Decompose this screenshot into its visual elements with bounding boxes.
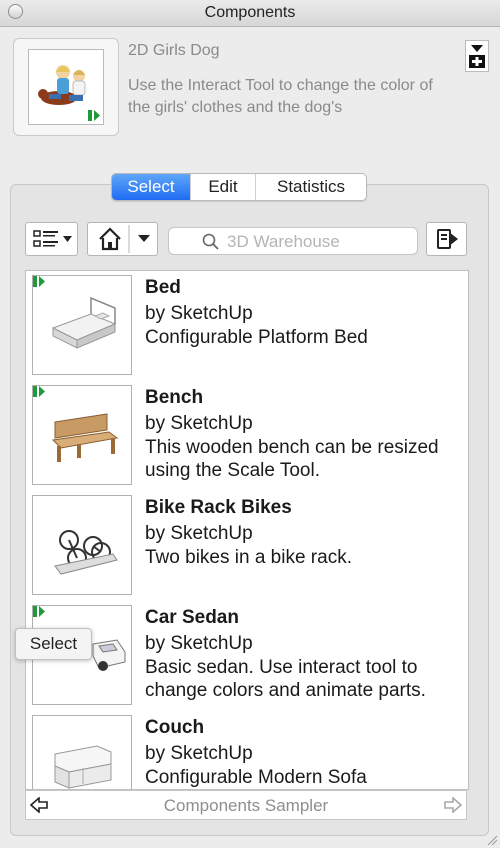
item-description: Configurable Platform Bed [145,327,368,348]
item-name: Couch [145,717,205,738]
list-view-icon [33,230,72,247]
list-item-car-sedan[interactable]: Car Sedan by SketchUp Basic sedan. Use i… [26,601,468,711]
item-thumbnail [32,495,132,595]
item-name: Bike Rack Bikes [145,497,292,518]
chevron-down-icon [138,235,150,242]
component-name: 2D Girls Dog [128,42,220,59]
component-list[interactable]: Bed by SketchUp Configurable Platform Be… [25,270,469,790]
window-title: Components [204,4,296,21]
component-description: Use the Interact Tool to change the colo… [128,77,433,116]
item-name: Bed [145,277,181,298]
navigation-button[interactable] [87,222,158,256]
item-description: This wooden bench can be resized using t… [145,437,439,481]
warehouse-search-field[interactable] [168,227,418,255]
resize-grip-icon[interactable] [486,834,498,846]
dynamic-component-icon [88,110,100,121]
search-icon [202,233,219,250]
item-description: Configurable Modern Sofa [145,767,367,788]
list-item-couch[interactable]: Couch by SketchUp Configurable Modern So… [26,711,468,789]
dynamic-component-icon [33,606,45,617]
dynamic-component-icon [33,276,45,287]
collection-name[interactable]: Components Sampler [26,796,466,816]
item-description: Basic sedan. Use interact tool to change… [145,657,426,701]
item-author: by SketchUp [145,303,253,324]
dynamic-component-icon [33,386,45,397]
expand-details-button[interactable] [465,40,489,72]
component-preview-image [28,49,104,125]
collection-footer: Components Sampler [25,790,467,820]
list-item-bed[interactable]: Bed by SketchUp Configurable Platform Be… [26,271,468,381]
list-item-bench[interactable]: Bench by SketchUp This wooden bench can … [26,381,468,491]
details-button[interactable] [426,222,467,256]
item-author: by SketchUp [145,413,253,434]
item-thumbnail [32,275,132,375]
forward-arrow-icon[interactable] [444,797,462,813]
details-arrow-icon [437,229,458,249]
item-thumbnail [32,715,132,789]
view-options-button[interactable] [25,222,78,256]
item-name: Car Sedan [145,607,239,628]
item-author: by SketchUp [145,743,253,764]
select-tooltip: Select [15,628,92,660]
item-thumbnail [32,385,132,485]
item-author: by SketchUp [145,633,253,654]
title-bar: Components [0,0,500,27]
item-name: Bench [145,387,204,408]
home-icon [99,227,121,251]
tab-edit[interactable]: Edit [190,174,255,200]
tab-bar: Select Edit Statistics [111,173,367,201]
secondary-pane-icon [469,45,485,68]
item-author: by SketchUp [145,523,253,544]
tab-statistics[interactable]: Statistics [255,174,366,200]
list-item-bike-rack-bikes[interactable]: Bike Rack Bikes by SketchUp Two bikes in… [26,491,468,601]
component-thumbnail [13,38,119,136]
search-input[interactable] [225,231,409,253]
item-description: Two bikes in a bike rack. [145,547,352,568]
tab-select[interactable]: Select [112,174,190,200]
